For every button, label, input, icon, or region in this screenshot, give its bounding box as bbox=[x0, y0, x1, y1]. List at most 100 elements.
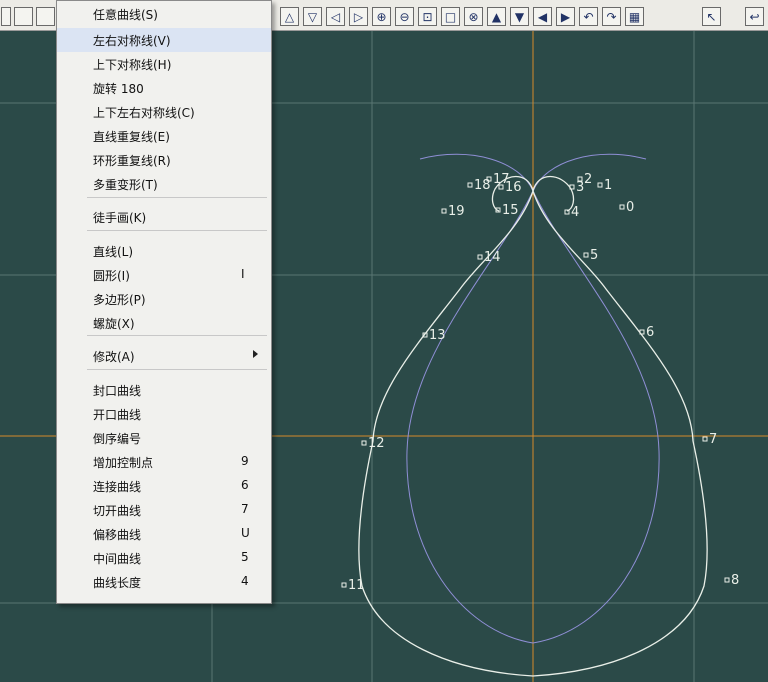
zoom-in-icon[interactable]: ⊕ bbox=[372, 7, 391, 26]
menu-item-shortcut: 9 bbox=[241, 454, 249, 468]
control-point-marker[interactable] bbox=[597, 182, 603, 188]
control-point-marker[interactable] bbox=[441, 208, 447, 214]
zoom-out-icon[interactable]: ⊖ bbox=[395, 7, 414, 26]
menu-separator bbox=[87, 369, 267, 370]
control-point-marker[interactable] bbox=[724, 577, 730, 583]
menu-item-label: 增加控制点 bbox=[93, 456, 154, 470]
menu-item-label: 切开曲线 bbox=[93, 504, 142, 518]
solid-up-icon[interactable]: ▲ bbox=[487, 7, 506, 26]
menu-item[interactable]: 修改(A) bbox=[57, 344, 271, 368]
menu-item-shortcut: 7 bbox=[241, 502, 249, 516]
menu-item[interactable]: 环形重复线(R) bbox=[57, 148, 271, 172]
control-point-marker[interactable] bbox=[477, 254, 483, 260]
submenu-arrow-icon bbox=[253, 350, 258, 358]
control-point-label: 7 bbox=[709, 432, 717, 447]
control-point-label: 18 bbox=[474, 178, 491, 193]
menu-item[interactable]: 螺旋(X) bbox=[57, 311, 271, 335]
menu-item[interactable]: 圆形(I) I bbox=[57, 263, 271, 287]
control-point-label: 2 bbox=[584, 172, 592, 187]
control-point-marker[interactable] bbox=[583, 252, 589, 258]
control-point-label: 12 bbox=[368, 436, 385, 451]
menu-item-label: 环形重复线(R) bbox=[93, 154, 171, 168]
menu-item[interactable]: 左右对称线(V) bbox=[57, 28, 271, 52]
menu-item[interactable]: 连接曲线 6 bbox=[57, 474, 271, 498]
rotate-left-icon[interactable]: ↶ bbox=[579, 7, 598, 26]
menu-item[interactable]: 开口曲线 bbox=[57, 402, 271, 426]
pointer-icon[interactable]: ↖ bbox=[702, 7, 721, 26]
menu-item[interactable]: 切开曲线 7 bbox=[57, 498, 271, 522]
menu-item-label: 旋转 180 bbox=[93, 82, 144, 96]
menu-item-label: 偏移曲线 bbox=[93, 528, 142, 542]
menu-item-shortcut: 6 bbox=[241, 478, 249, 492]
menu-item[interactable]: 上下对称线(H) bbox=[57, 52, 271, 76]
menu-item-label: 直线(L) bbox=[93, 245, 134, 259]
menu-item-label: 中间曲线 bbox=[93, 552, 142, 566]
menu-item-shortcut: 5 bbox=[241, 550, 249, 564]
control-point-marker[interactable] bbox=[341, 582, 347, 588]
zoom-extents-icon[interactable]: ⊗ bbox=[464, 7, 483, 26]
menu-item[interactable]: 上下左右对称线(C) bbox=[57, 100, 271, 124]
toolbar-stub-icon[interactable] bbox=[1, 7, 11, 26]
menu-item[interactable]: 增加控制点 9 bbox=[57, 450, 271, 474]
menu-item[interactable]: 倒序编号 bbox=[57, 426, 271, 450]
triangle-right-icon[interactable]: ▷ bbox=[349, 7, 368, 26]
grid-pattern-icon[interactable]: ▦ bbox=[625, 7, 644, 26]
triangle-up-icon[interactable]: △ bbox=[280, 7, 299, 26]
menu-separator bbox=[87, 230, 267, 231]
menu-item-label: 圆形(I) bbox=[93, 269, 130, 283]
control-point-marker[interactable] bbox=[619, 204, 625, 210]
undo-icon[interactable]: ↩ bbox=[745, 7, 764, 26]
control-point-label: 15 bbox=[502, 203, 519, 218]
menu-item[interactable]: 直线重复线(E) bbox=[57, 124, 271, 148]
solid-left-icon[interactable]: ◀ bbox=[533, 7, 552, 26]
triangle-down-icon[interactable]: ▽ bbox=[303, 7, 322, 26]
menu-separator bbox=[87, 335, 267, 336]
menu-item[interactable]: 偏移曲线 U bbox=[57, 522, 271, 546]
menu-item[interactable]: 任意曲线(S) bbox=[57, 2, 271, 26]
control-point-label: 0 bbox=[626, 200, 634, 215]
control-point-label: 8 bbox=[731, 573, 739, 588]
menu-item-label: 任意曲线(S) bbox=[93, 8, 158, 22]
control-points: 12345678111213141516171819 0 bbox=[341, 172, 739, 593]
menu-item-shortcut: U bbox=[241, 526, 250, 540]
control-point-label: 13 bbox=[429, 328, 446, 343]
menu-item-shortcut: 4 bbox=[241, 574, 249, 588]
menu-item-label: 曲线长度 bbox=[93, 576, 142, 590]
menu-item-label: 多边形(P) bbox=[93, 293, 146, 307]
menu-item[interactable]: 封口曲线 bbox=[57, 378, 271, 402]
context-menu: 任意曲线(S) 左右对称线(V) 上下对称线(H) 旋转 180 上下左右对称线(C) 直… bbox=[56, 0, 272, 604]
control-point-label: 19 bbox=[448, 204, 465, 219]
rectangle-icon[interactable]: □ bbox=[441, 7, 460, 26]
menu-item-label: 多重变形(T) bbox=[93, 178, 158, 192]
control-point-marker[interactable] bbox=[361, 440, 367, 446]
control-point-label: 11 bbox=[348, 578, 365, 593]
control-point-marker[interactable] bbox=[702, 436, 708, 442]
control-point-label: 17 bbox=[493, 172, 510, 187]
rotate-right-icon[interactable]: ↷ bbox=[602, 7, 621, 26]
menu-item[interactable]: 中间曲线 5 bbox=[57, 546, 271, 570]
menu-item[interactable]: 徒手画(K) bbox=[57, 205, 271, 229]
triangle-left-icon[interactable]: ◁ bbox=[326, 7, 345, 26]
control-point-label: 1 bbox=[604, 178, 612, 193]
menu-item[interactable]: 直线(L) bbox=[57, 239, 271, 263]
menu-item[interactable]: 曲线长度 4 bbox=[57, 570, 271, 594]
menu-item-shortcut: I bbox=[241, 267, 245, 281]
control-point-label: 6 bbox=[646, 325, 654, 340]
control-point-marker[interactable] bbox=[467, 182, 473, 188]
window-icon[interactable] bbox=[14, 7, 33, 26]
menu-item-label: 开口曲线 bbox=[93, 408, 142, 422]
menu-item-label: 螺旋(X) bbox=[93, 317, 135, 331]
control-point-label: 4 bbox=[571, 205, 579, 220]
control-point-label: 5 bbox=[590, 248, 598, 263]
window-icon[interactable] bbox=[36, 7, 55, 26]
menu-item-label: 倒序编号 bbox=[93, 432, 142, 446]
zoom-window-icon[interactable]: ⊡ bbox=[418, 7, 437, 26]
solid-down-icon[interactable]: ▼ bbox=[510, 7, 529, 26]
menu-item-label: 上下左右对称线(C) bbox=[93, 106, 195, 120]
menu-item[interactable]: 旋转 180 bbox=[57, 76, 271, 100]
menu-item-label: 上下对称线(H) bbox=[93, 58, 172, 72]
solid-right-icon[interactable]: ▶ bbox=[556, 7, 575, 26]
control-point-label: 14 bbox=[484, 250, 501, 265]
menu-item[interactable]: 多边形(P) bbox=[57, 287, 271, 311]
menu-item[interactable]: 多重变形(T) bbox=[57, 172, 271, 196]
